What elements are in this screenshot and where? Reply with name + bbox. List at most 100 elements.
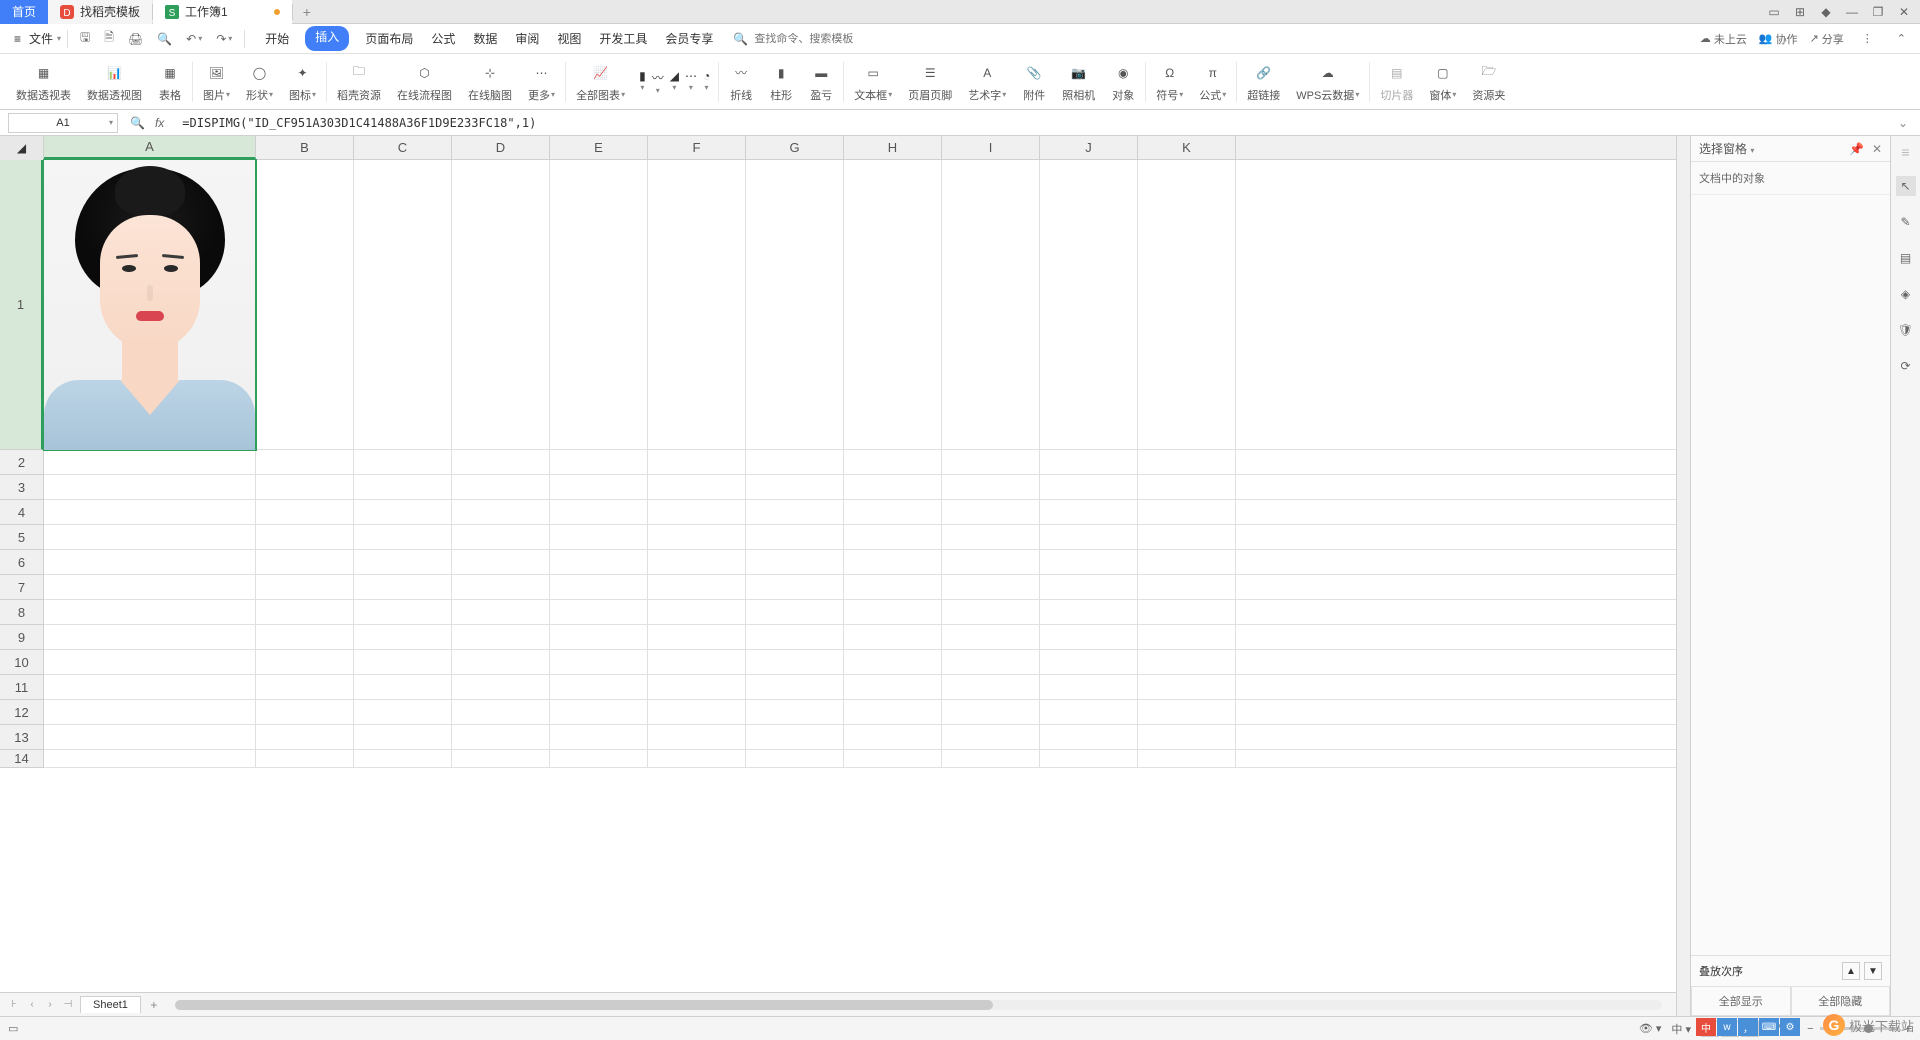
select-tool-icon[interactable]: ↖ (1896, 176, 1916, 196)
cell-I1[interactable] (942, 160, 1040, 450)
sheet-prev-button[interactable]: ‹ (24, 999, 40, 1010)
lang-settings-icon[interactable]: 中 ▾ (1671, 1021, 1691, 1037)
cell-E6[interactable] (550, 550, 648, 575)
cell-F1[interactable] (648, 160, 746, 450)
cell-G7[interactable] (746, 575, 844, 600)
eye-settings-icon[interactable]: 👁 ▾ (1639, 1022, 1662, 1035)
cell-E4[interactable] (550, 500, 648, 525)
cell-H7[interactable] (844, 575, 942, 600)
cell-E8[interactable] (550, 600, 648, 625)
cell-I7[interactable] (942, 575, 1040, 600)
cell-G2[interactable] (746, 450, 844, 475)
cell-C3[interactable] (354, 475, 452, 500)
cell-K5[interactable] (1138, 525, 1236, 550)
cell-J2[interactable] (1040, 450, 1138, 475)
cell-J3[interactable] (1040, 475, 1138, 500)
cell-G4[interactable] (746, 500, 844, 525)
chart-type-4[interactable]: ⋯▾ (685, 69, 697, 95)
cell-B2[interactable] (256, 450, 354, 475)
cell-H6[interactable] (844, 550, 942, 575)
cell-D10[interactable] (452, 650, 550, 675)
sheet-first-button[interactable]: ⊦ (6, 999, 22, 1010)
redo-icon[interactable]: ↷ ▾ (210, 28, 238, 50)
cell-B1[interactable] (256, 160, 354, 450)
cell-F8[interactable] (648, 600, 746, 625)
layers-tool-icon[interactable]: ◈ (1896, 284, 1916, 304)
cell-G8[interactable] (746, 600, 844, 625)
cell-B9[interactable] (256, 625, 354, 650)
style-tool-icon[interactable]: ✎ (1896, 212, 1916, 232)
cell-H3[interactable] (844, 475, 942, 500)
cell-B6[interactable] (256, 550, 354, 575)
row-header-14[interactable]: 14 (0, 750, 43, 768)
cell-E3[interactable] (550, 475, 648, 500)
row-header-7[interactable]: 7 (0, 575, 43, 600)
cell-C13[interactable] (354, 725, 452, 750)
sheet-last-button[interactable]: ⊣ (60, 999, 76, 1010)
cell-C14[interactable] (354, 750, 452, 768)
cell-I2[interactable] (942, 450, 1040, 475)
ribbon-form[interactable]: ▢窗体▾ (1421, 54, 1464, 109)
ribbon-hyperlink[interactable]: 🔗超链接 (1239, 54, 1288, 109)
tab-template[interactable]: D 找稻壳模板 (48, 0, 152, 24)
menu-tab-pagelayout[interactable]: 页面布局 (363, 26, 415, 51)
cell-I4[interactable] (942, 500, 1040, 525)
ribbon-wordart[interactable]: A艺术字▾ (960, 54, 1014, 109)
cell-F4[interactable] (648, 500, 746, 525)
cell-E13[interactable] (550, 725, 648, 750)
ribbon-pivot-chart[interactable]: 📊数据透视图 (79, 54, 150, 109)
panel-close-icon[interactable]: ✕ (1872, 142, 1882, 156)
file-menu[interactable]: 文件 ▾ (29, 30, 61, 47)
cell-G14[interactable] (746, 750, 844, 768)
cell-D11[interactable] (452, 675, 550, 700)
cell-F13[interactable] (648, 725, 746, 750)
cell-E10[interactable] (550, 650, 648, 675)
row-header-8[interactable]: 8 (0, 600, 43, 625)
col-header-I[interactable]: I (942, 136, 1040, 159)
cell-J7[interactable] (1040, 575, 1138, 600)
ribbon-all-charts[interactable]: 📈全部图表▾ (568, 54, 633, 109)
cell-I11[interactable] (942, 675, 1040, 700)
cell-J6[interactable] (1040, 550, 1138, 575)
cell-K4[interactable] (1138, 500, 1236, 525)
cell-C2[interactable] (354, 450, 452, 475)
cell-H9[interactable] (844, 625, 942, 650)
sheet-next-button[interactable]: › (42, 999, 58, 1010)
cell-J14[interactable] (1040, 750, 1138, 768)
cell-I6[interactable] (942, 550, 1040, 575)
cell-A14[interactable] (44, 750, 256, 768)
cell-I10[interactable] (942, 650, 1040, 675)
ime-settings-icon[interactable]: ⚙ (1780, 1018, 1800, 1036)
ribbon-wpscloud[interactable]: ☁WPS云数据▾ (1288, 54, 1367, 109)
cell-K9[interactable] (1138, 625, 1236, 650)
cell-I3[interactable] (942, 475, 1040, 500)
col-header-G[interactable]: G (746, 136, 844, 159)
chart-type-2[interactable]: 〰▾ (652, 69, 664, 95)
row-header-13[interactable]: 13 (0, 725, 43, 750)
menu-tab-data[interactable]: 数据 (471, 26, 499, 51)
ribbon-winloss[interactable]: ▬盈亏 (801, 54, 841, 109)
cell-J9[interactable] (1040, 625, 1138, 650)
col-header-B[interactable]: B (256, 136, 354, 159)
status-record-icon[interactable]: ▭ (8, 1022, 18, 1035)
cell-E11[interactable] (550, 675, 648, 700)
cell-K10[interactable] (1138, 650, 1236, 675)
cell-D7[interactable] (452, 575, 550, 600)
cell-B5[interactable] (256, 525, 354, 550)
cell-A7[interactable] (44, 575, 256, 600)
cell-A8[interactable] (44, 600, 256, 625)
cell-E9[interactable] (550, 625, 648, 650)
cell-H14[interactable] (844, 750, 942, 768)
row-header-11[interactable]: 11 (0, 675, 43, 700)
cell-J10[interactable] (1040, 650, 1138, 675)
cell-C8[interactable] (354, 600, 452, 625)
menu-tab-member[interactable]: 会员专享 (663, 26, 715, 51)
ribbon-attach[interactable]: 📎附件 (1014, 54, 1054, 109)
cell-D14[interactable] (452, 750, 550, 768)
row-header-12[interactable]: 12 (0, 700, 43, 725)
reading-layout-icon[interactable]: ▭ (1762, 2, 1786, 22)
cell-K2[interactable] (1138, 450, 1236, 475)
more-menu-icon[interactable]: ⋮ (1856, 28, 1879, 49)
cell-F2[interactable] (648, 450, 746, 475)
cell-D8[interactable] (452, 600, 550, 625)
